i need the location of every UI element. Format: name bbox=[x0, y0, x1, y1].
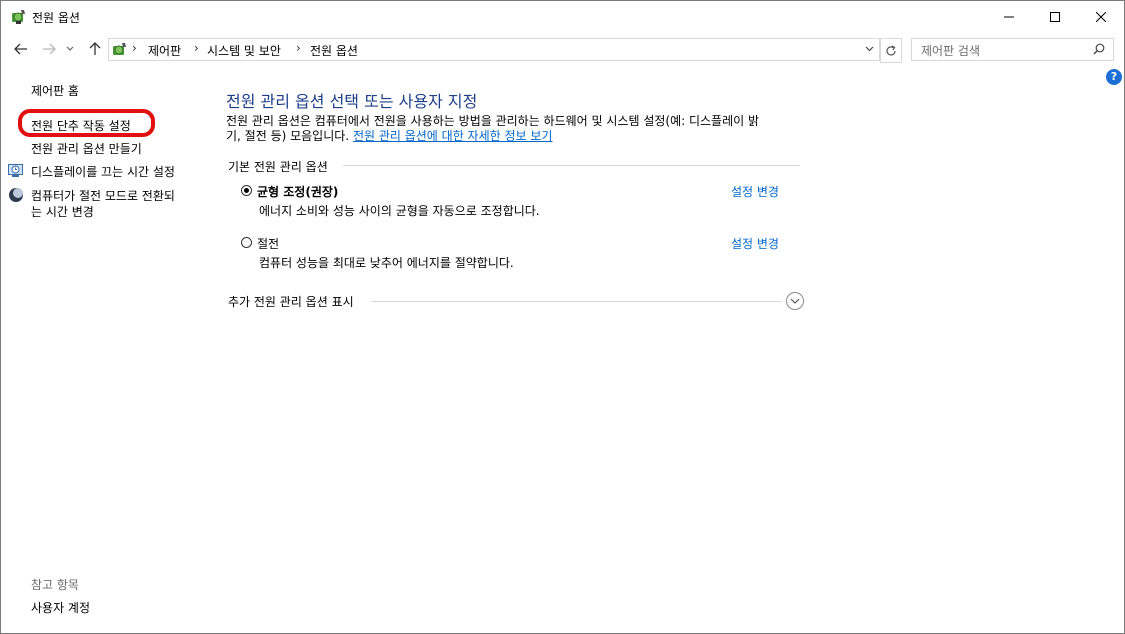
close-button[interactable] bbox=[1078, 1, 1124, 32]
expand-button[interactable] bbox=[786, 292, 804, 310]
back-arrow-icon bbox=[14, 43, 27, 55]
plan-name-balanced[interactable]: 균형 조정(권장) bbox=[257, 183, 338, 200]
search-placeholder: 제어판 검색 bbox=[921, 44, 981, 58]
chevron-right-icon[interactable]: › bbox=[194, 41, 199, 55]
chevron-right-icon[interactable]: › bbox=[132, 41, 137, 55]
up-arrow-icon bbox=[89, 42, 101, 55]
display-clock-icon bbox=[8, 163, 24, 179]
chevron-down-icon bbox=[865, 46, 873, 52]
minimize-icon bbox=[1004, 16, 1014, 17]
description-line1: 전원 관리 옵션은 컴퓨터에서 전원을 사용하는 방법을 관리하는 하드웨어 및… bbox=[226, 114, 760, 128]
address-dropdown-button[interactable] bbox=[862, 41, 876, 57]
page-description: 전원 관리 옵션은 컴퓨터에서 전원을 사용하는 방법을 관리하는 하드웨어 및… bbox=[226, 114, 806, 144]
maximize-icon bbox=[1050, 11, 1060, 22]
plan-description-balanced: 에너지 소비와 성능 사이의 균형을 자동으로 조정합니다. bbox=[259, 204, 540, 218]
sleep-time-link-line2[interactable]: 는 시간 변경 bbox=[31, 203, 94, 220]
search-input[interactable]: 제어판 검색 bbox=[911, 38, 1114, 61]
control-panel-home-link[interactable]: 제어판 홈 bbox=[31, 82, 79, 99]
search-icon[interactable] bbox=[1093, 43, 1105, 58]
plan-name-power-saver[interactable]: 절전 bbox=[257, 235, 279, 252]
sleep-moon-icon bbox=[8, 187, 24, 203]
plan-description-power-saver: 컴퓨터 성능을 최대로 낮추어 에너지를 절약합니다. bbox=[259, 256, 514, 270]
up-button[interactable] bbox=[85, 39, 105, 59]
window-title: 전원 옵션 bbox=[32, 11, 80, 25]
back-button[interactable] bbox=[11, 39, 31, 59]
sleep-time-link-line1[interactable]: 컴퓨터가 절전 모드로 전환되 bbox=[31, 187, 175, 204]
page-title: 전원 관리 옵션 선택 또는 사용자 지정 bbox=[226, 92, 478, 111]
recent-locations-button[interactable] bbox=[64, 39, 76, 59]
chevron-down-icon bbox=[66, 46, 74, 51]
radio-power-saver[interactable] bbox=[241, 237, 252, 248]
breadcrumb-power-options[interactable]: 전원 옵션 bbox=[310, 42, 358, 59]
minimize-button[interactable] bbox=[986, 1, 1032, 32]
radio-balanced[interactable] bbox=[241, 185, 252, 196]
help-button[interactable]: ? bbox=[1106, 69, 1122, 85]
change-settings-balanced-link[interactable]: 설정 변경 bbox=[731, 183, 779, 200]
choose-power-button-link[interactable]: 전원 단추 작동 설정 bbox=[31, 117, 131, 134]
display-off-time-link[interactable]: 디스플레이를 끄는 시간 설정 bbox=[31, 163, 175, 180]
refresh-icon bbox=[886, 44, 896, 55]
create-power-plan-link[interactable]: 전원 관리 옵션 만들기 bbox=[31, 140, 142, 157]
forward-button[interactable] bbox=[39, 39, 59, 59]
breadcrumb-system-security[interactable]: 시스템 및 보안 bbox=[207, 42, 281, 59]
chevron-right-icon[interactable]: › bbox=[296, 41, 301, 55]
forward-arrow-icon bbox=[43, 43, 56, 55]
maximize-button[interactable] bbox=[1032, 1, 1078, 32]
description-line2: 기, 절전 등) 모음입니다. bbox=[226, 129, 353, 143]
power-options-icon bbox=[10, 8, 27, 25]
refresh-button[interactable] bbox=[880, 38, 902, 63]
breadcrumb-control-panel[interactable]: 제어판 bbox=[148, 42, 181, 59]
see-also-heading: 참고 항목 bbox=[31, 578, 79, 592]
section-title-preferred-plans: 기본 전원 관리 옵션 bbox=[228, 160, 328, 174]
section-divider bbox=[371, 301, 782, 302]
section-divider bbox=[343, 165, 800, 166]
title-bar: 전원 옵션 bbox=[1, 1, 1124, 32]
change-settings-power-saver-link[interactable]: 설정 변경 bbox=[731, 235, 779, 252]
address-bar[interactable]: › 제어판 › 시스템 및 보안 › 전원 옵션 bbox=[108, 38, 880, 61]
learn-more-link[interactable]: 전원 관리 옵션에 대한 자세한 정보 보기 bbox=[353, 129, 553, 143]
power-options-window: 전원 옵션 › 제어판 › 시스템 및 보안 › 전원 옵션 제어판 검색 ? … bbox=[0, 0, 1125, 634]
power-options-icon bbox=[111, 41, 128, 58]
show-additional-plans-label[interactable]: 추가 전원 관리 옵션 표시 bbox=[228, 293, 354, 310]
user-accounts-link[interactable]: 사용자 계정 bbox=[31, 599, 90, 616]
close-icon bbox=[1096, 11, 1106, 22]
chevron-down-icon bbox=[790, 298, 800, 304]
